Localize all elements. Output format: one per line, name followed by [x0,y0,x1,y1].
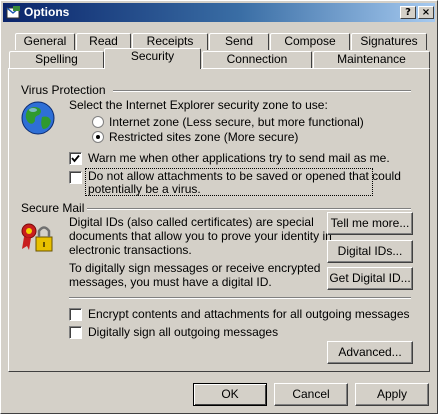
apply-button[interactable]: Apply [355,383,429,406]
window-title: Options [24,5,70,19]
options-icon [6,6,20,19]
cancel-button[interactable]: Cancel [274,383,348,406]
tab-compose[interactable]: Compose [270,33,350,50]
options-dialog: Options ? × General Read Receipts Send C… [0,0,438,414]
ok-button[interactable]: OK [193,383,267,406]
tab-connection[interactable]: Connection [202,51,312,68]
tab-general[interactable]: General [15,33,75,50]
security-tab-panel [8,68,430,372]
title-bar[interactable]: Options ? × [3,3,435,22]
tab-maintenance[interactable]: Maintenance [313,51,430,68]
tab-spelling[interactable]: Spelling [9,51,104,68]
help-button[interactable]: ? [400,6,416,19]
tab-signatures[interactable]: Signatures [351,33,427,50]
close-button[interactable]: × [418,6,434,19]
tab-security[interactable]: Security [104,48,201,69]
tab-send[interactable]: Send [209,33,269,50]
